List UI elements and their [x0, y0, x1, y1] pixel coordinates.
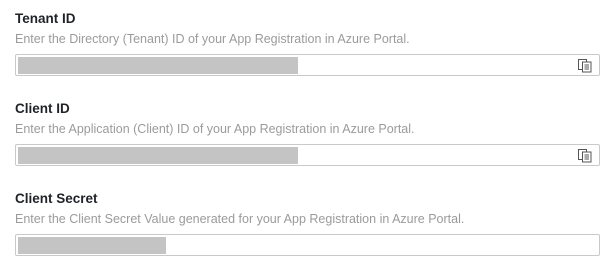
client-id-field-group: Client ID Enter the Application (Client)… — [15, 101, 600, 166]
client-secret-input[interactable] — [15, 234, 600, 256]
tenant-id-label: Tenant ID — [15, 11, 76, 26]
client-secret-help-text: Enter the Client Secret Value generated … — [15, 212, 465, 226]
redacted-value — [18, 237, 166, 254]
copy-icon[interactable] — [577, 58, 593, 73]
tenant-id-help-text: Enter the Directory (Tenant) ID of your … — [15, 32, 410, 46]
client-id-input[interactable] — [15, 144, 600, 166]
redacted-value — [18, 57, 298, 74]
client-id-help-text: Enter the Application (Client) ID of you… — [15, 122, 415, 136]
client-secret-field-group: Client Secret Enter the Client Secret Va… — [15, 191, 600, 256]
tenant-id-field-group: Tenant ID Enter the Directory (Tenant) I… — [15, 11, 600, 76]
redacted-value — [18, 147, 298, 164]
client-id-label: Client ID — [15, 101, 70, 116]
client-secret-label: Client Secret — [15, 191, 98, 206]
tenant-id-input[interactable] — [15, 54, 600, 76]
copy-icon[interactable] — [577, 148, 593, 163]
